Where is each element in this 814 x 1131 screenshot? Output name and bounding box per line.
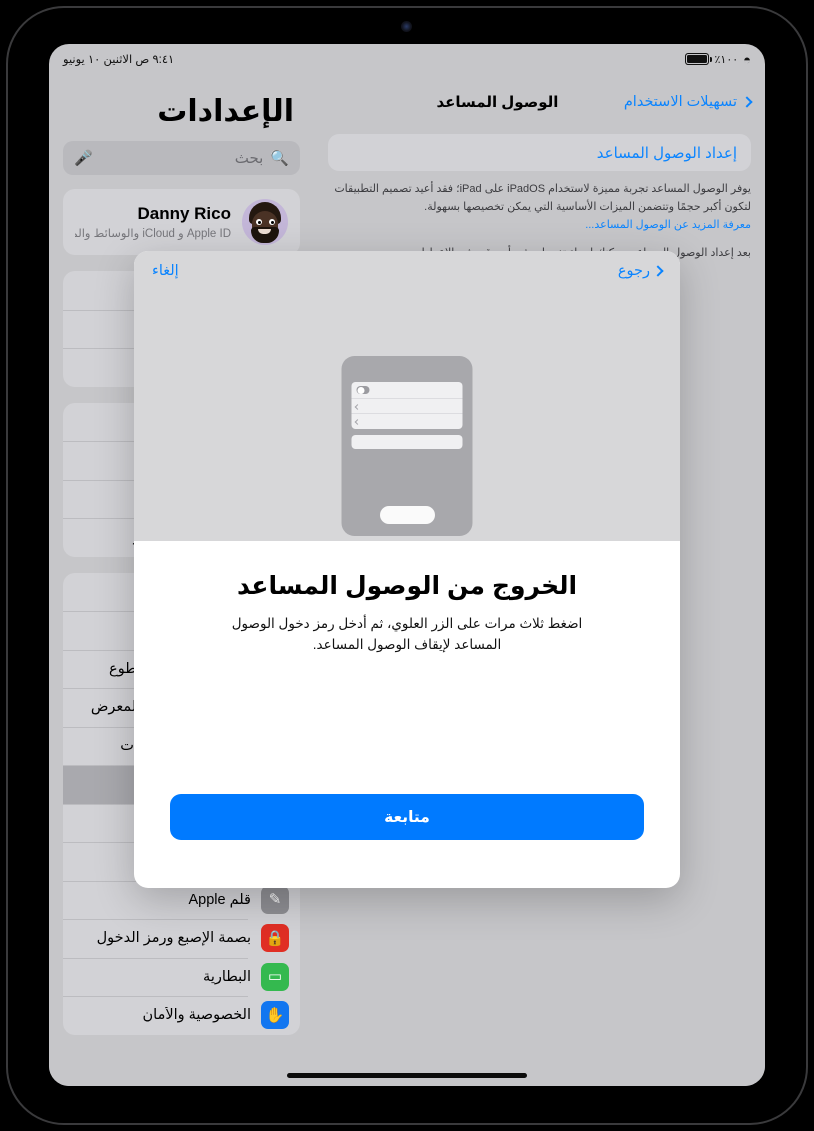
detail-navigation-bar: تسهيلات الاستخدام الوصول المساعد — [328, 82, 753, 122]
modal-content: الخروج من الوصول المساعد اضغط ثلاث مرات … — [134, 541, 680, 794]
status-bar-datetime: ٩:٤١ ص الاثنين ١٠ يونيو — [63, 54, 175, 66]
page-title: الإعدادات — [157, 95, 294, 128]
chevron-right-icon — [652, 265, 664, 277]
detail-title: الوصول المساعد — [436, 94, 559, 111]
modal-cancel-button[interactable]: إلغاء — [152, 263, 179, 279]
detail-description: يوفر الوصول المساعد تجربة مميزة لاستخدام… — [328, 181, 751, 234]
status-bar: ٪١٠٠ ◓ ٩:٤١ ص الاثنين ١٠ يونيو — [49, 44, 765, 74]
front-camera-icon — [401, 21, 412, 32]
search-placeholder: بحث — [234, 150, 264, 167]
sidebar-item-label: بصمة الإصبع ورمز الدخول — [96, 930, 251, 947]
detail-description-text: يوفر الوصول المساعد تجربة مميزة لاستخدام… — [334, 183, 751, 213]
chevron-right-icon — [741, 96, 753, 108]
avatar — [242, 199, 288, 245]
search-field-inner: 🔍 بحث — [235, 149, 289, 167]
modal-description: اضغط ثلاث مرات على الزر العلوي، ثم أدخل … — [231, 616, 583, 652]
profile-subtitle: Apple ID و iCloud والوسائط والمشتريات — [75, 228, 231, 240]
apple-pencil-icon: ✎ — [261, 885, 289, 914]
privacy-hand-icon: ✋ — [261, 1001, 289, 1030]
sidebar-item-battery[interactable]: ▭ البطارية — [63, 957, 300, 997]
mockup-settings-panel — [351, 382, 463, 429]
battery-percent-label: ٪١٠٠ — [714, 53, 739, 66]
sidebar-item-touch-id-lock[interactable]: 🔒 بصمة الإصبع ورمز الدخول — [63, 919, 300, 958]
apple-id-profile-row[interactable]: Danny Rico Apple ID و iCloud والوسائط وا… — [63, 189, 300, 255]
mockup-secondary-panel — [351, 435, 463, 449]
setup-assistive-access-label: إعداد الوصول المساعد — [596, 144, 737, 162]
sidebar-item-label: البطارية — [203, 968, 251, 985]
sidebar-item-label: الخصوصية والأمان — [142, 1007, 252, 1024]
modal-back-button[interactable]: رجوع — [617, 263, 664, 279]
home-indicator[interactable] — [287, 1073, 527, 1078]
search-input[interactable]: 🔍 بحث 🎤 — [63, 141, 300, 175]
modal-back-label: رجوع — [617, 263, 650, 279]
continue-button[interactable]: متابعة — [170, 794, 644, 840]
back-button-label: تسهيلات الاستخدام — [623, 94, 737, 110]
status-bar-left-cluster: ٪١٠٠ ◓ — [685, 52, 751, 67]
battery-icon: ▭ — [261, 962, 289, 991]
microphone-icon[interactable]: 🎤 — [74, 149, 93, 167]
modal-illustration-area: رجوع إلغاء — [134, 251, 680, 541]
ipad-device-frame: ٪١٠٠ ◓ ٩:٤١ ص الاثنين ١٠ يونيو الإعدادات… — [0, 0, 814, 1131]
ipad-device-mockup-illustration — [341, 356, 473, 536]
ipad-screen: ٪١٠٠ ◓ ٩:٤١ ص الاثنين ١٠ يونيو الإعدادات… — [49, 44, 765, 1086]
exit-assistive-access-modal: رجوع إلغاء الخروج من الوصول المساعد اضغط… — [134, 251, 680, 888]
modal-footer: متابعة — [134, 794, 680, 888]
sidebar-item-privacy-hand[interactable]: ✋ الخصوصية والأمان — [63, 996, 300, 1035]
profile-name: Danny Rico — [137, 204, 231, 223]
touch-id-lock-icon: 🔒 — [261, 924, 289, 953]
mockup-toggle-icon — [356, 386, 370, 394]
setup-assistive-access-row[interactable]: إعداد الوصول المساعد — [328, 134, 751, 171]
sidebar-item-label: قلم Apple — [188, 891, 251, 908]
mockup-home-button — [379, 506, 435, 524]
profile-text-block: Danny Rico Apple ID و iCloud والوسائط وا… — [75, 204, 231, 240]
battery-icon — [685, 53, 712, 65]
modal-title: الخروج من الوصول المساعد — [236, 572, 578, 600]
back-button[interactable]: تسهيلات الاستخدام — [623, 94, 753, 110]
wifi-icon: ◓ — [743, 51, 751, 67]
learn-more-link[interactable]: معرفة المزيد عن الوصول المساعد... — [328, 217, 751, 235]
search-icon: 🔍 — [270, 150, 289, 167]
modal-top-bar: رجوع إلغاء — [134, 251, 680, 279]
